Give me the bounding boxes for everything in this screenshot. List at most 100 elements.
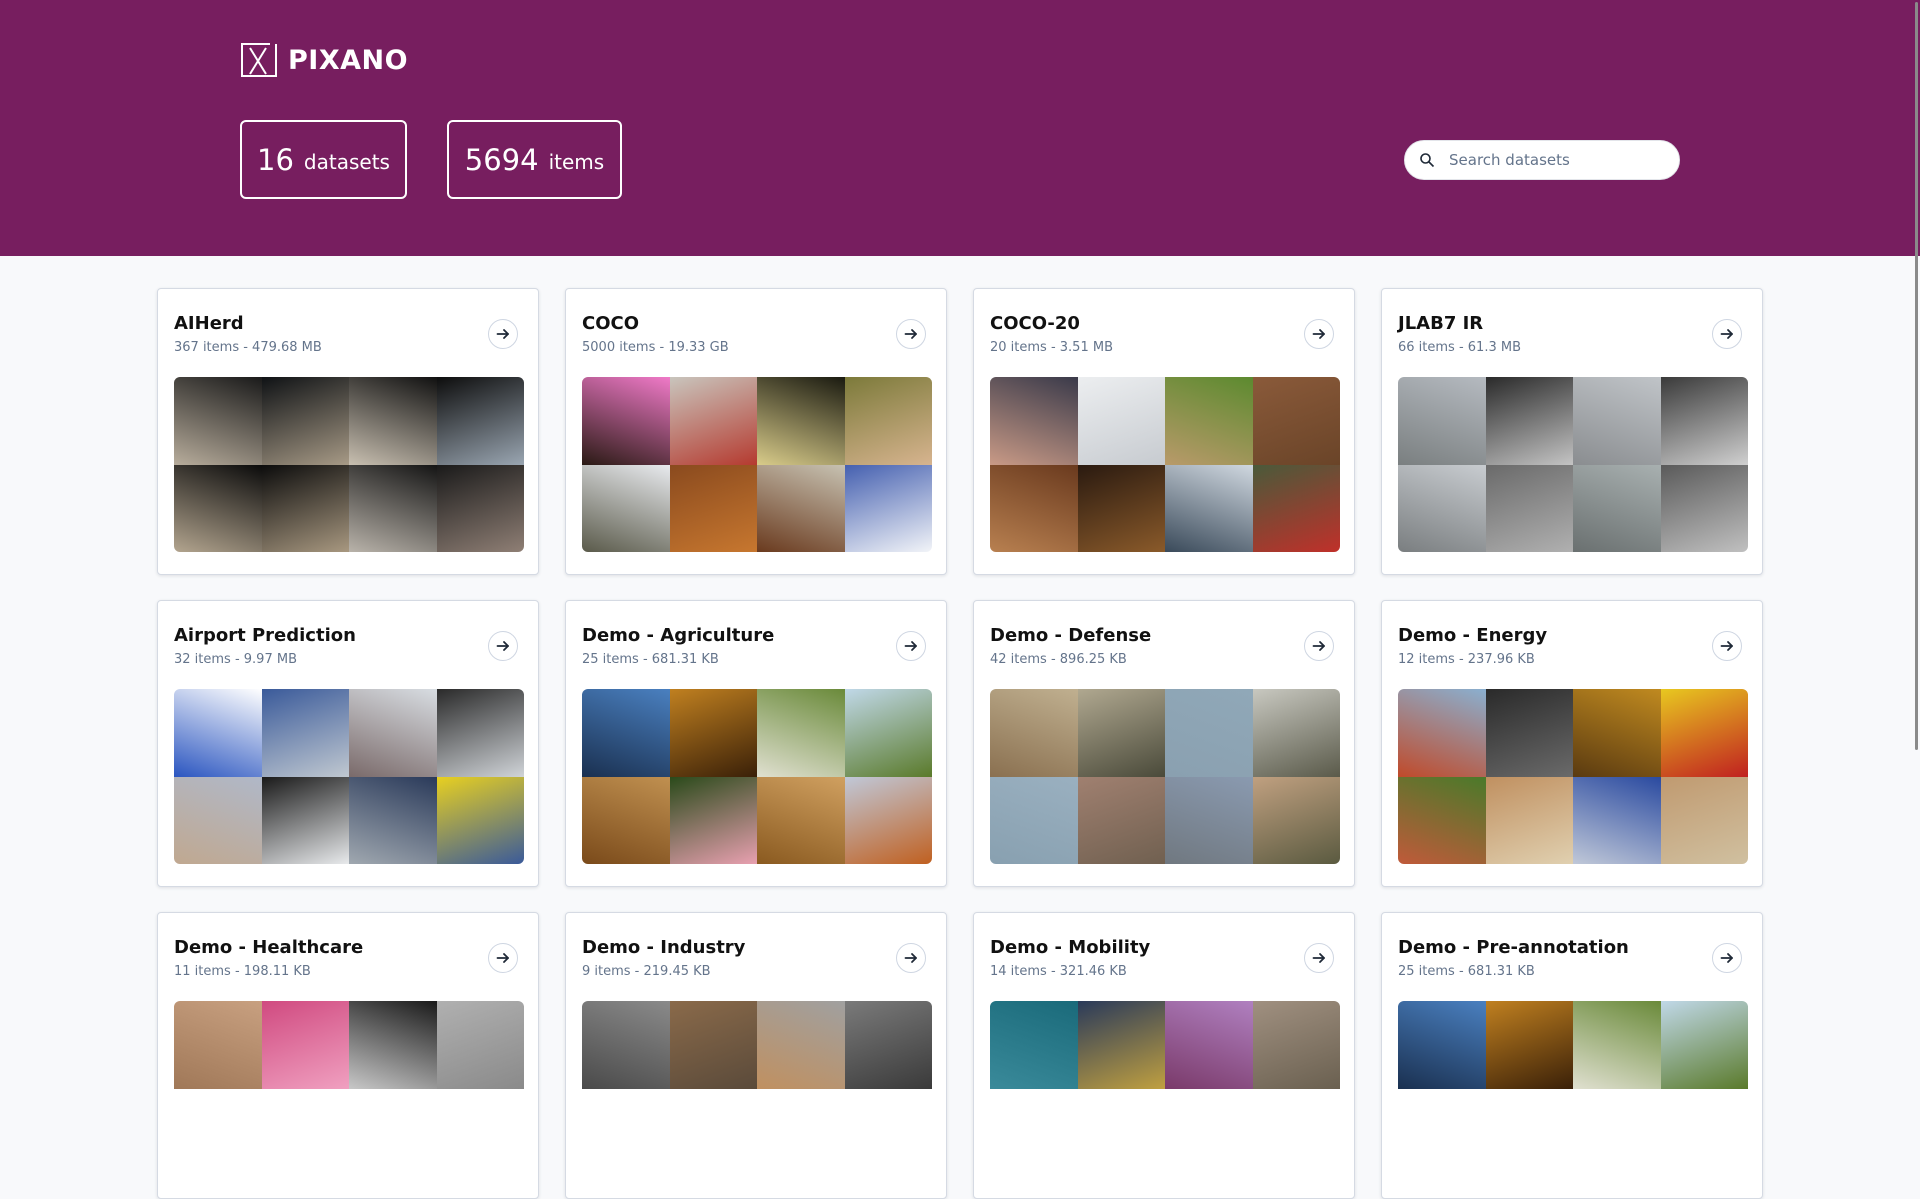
open-dataset-button[interactable] xyxy=(896,943,926,973)
dataset-card[interactable]: JLAB7 IR 66 items - 61.3 MB xyxy=(1381,288,1763,575)
dataset-thumbnail xyxy=(1485,1001,1573,1089)
dataset-thumbnail xyxy=(1252,464,1340,552)
dataset-thumbnail xyxy=(1573,689,1661,777)
dataset-name: Demo - Industry xyxy=(582,937,746,958)
dataset-thumbnail xyxy=(349,776,437,864)
items-count: 5694 xyxy=(464,142,539,177)
dataset-card[interactable]: AIHerd 367 items - 479.68 MB xyxy=(157,288,539,575)
datasets-count-badge: 16 datasets xyxy=(240,120,407,199)
arrow-right-icon xyxy=(496,329,509,339)
dataset-thumbnail xyxy=(261,689,349,777)
open-dataset-button[interactable] xyxy=(1304,943,1334,973)
dataset-thumbnail xyxy=(1165,776,1253,864)
dataset-thumbnail xyxy=(1165,464,1253,552)
dataset-info: 42 items - 896.25 KB xyxy=(990,652,1127,667)
dataset-thumbnail xyxy=(844,377,932,465)
dataset-name: AIHerd xyxy=(174,313,244,334)
open-dataset-button[interactable] xyxy=(1712,631,1742,661)
dataset-thumbnail xyxy=(582,464,670,552)
dataset-thumbnail xyxy=(1573,1001,1661,1089)
arrow-right-icon xyxy=(1720,641,1733,651)
dataset-thumbnail xyxy=(757,689,845,777)
dataset-thumbnail xyxy=(436,776,524,864)
open-dataset-button[interactable] xyxy=(1712,319,1742,349)
arrow-right-icon xyxy=(496,641,509,651)
dataset-info: 32 items - 9.97 MB xyxy=(174,652,297,667)
page-scrollbar[interactable] xyxy=(1915,2,1918,750)
dataset-card[interactable]: Demo - Energy 12 items - 237.96 KB xyxy=(1381,600,1763,887)
dataset-thumbnail xyxy=(757,776,845,864)
dataset-thumbnail xyxy=(261,377,349,465)
dataset-thumbnail xyxy=(1660,1001,1748,1089)
dataset-name: Demo - Pre-annotation xyxy=(1398,937,1629,958)
dataset-thumbnail xyxy=(174,1001,262,1089)
items-count-badge: 5694 items xyxy=(447,120,622,199)
thumbnail-grid xyxy=(990,377,1340,552)
dataset-thumbnail xyxy=(1660,377,1748,465)
thumbnail-grid xyxy=(582,1001,932,1176)
open-dataset-button[interactable] xyxy=(488,319,518,349)
dataset-thumbnail xyxy=(990,1001,1078,1089)
dataset-info: 20 items - 3.51 MB xyxy=(990,340,1113,355)
search-input[interactable] xyxy=(1447,150,1671,170)
logo[interactable]: PIXANO xyxy=(240,42,408,78)
open-dataset-button[interactable] xyxy=(1712,943,1742,973)
dataset-card[interactable]: Demo - Defense 42 items - 896.25 KB xyxy=(973,600,1355,887)
open-dataset-button[interactable] xyxy=(1304,631,1334,661)
search-box[interactable] xyxy=(1404,140,1680,180)
dataset-name: JLAB7 IR xyxy=(1398,313,1484,334)
dataset-card[interactable]: COCO 5000 items - 19.33 GB xyxy=(565,288,947,575)
thumbnail-grid xyxy=(1398,689,1748,864)
dataset-info: 66 items - 61.3 MB xyxy=(1398,340,1521,355)
open-dataset-button[interactable] xyxy=(896,631,926,661)
dataset-name: Airport Prediction xyxy=(174,625,356,646)
dataset-thumbnail xyxy=(582,377,670,465)
dataset-thumbnail xyxy=(669,1001,757,1089)
dataset-info: 25 items - 681.31 KB xyxy=(582,652,719,667)
dataset-thumbnail xyxy=(1077,1001,1165,1089)
dataset-name: COCO xyxy=(582,313,640,334)
thumbnail-grid xyxy=(174,377,524,552)
dataset-thumbnail xyxy=(582,689,670,777)
dataset-thumbnail xyxy=(1165,377,1253,465)
dataset-info: 25 items - 681.31 KB xyxy=(1398,964,1535,979)
dataset-thumbnail xyxy=(1077,377,1165,465)
dataset-card[interactable]: COCO-20 20 items - 3.51 MB xyxy=(973,288,1355,575)
dataset-thumbnail xyxy=(844,689,932,777)
items-label: items xyxy=(548,149,605,174)
thumbnail-grid xyxy=(174,689,524,864)
dataset-thumbnail xyxy=(1398,689,1486,777)
dataset-name: Demo - Mobility xyxy=(990,937,1151,958)
dataset-thumbnail xyxy=(582,776,670,864)
dataset-card[interactable]: Demo - Agriculture 25 items - 681.31 KB xyxy=(565,600,947,887)
dataset-info: 5000 items - 19.33 GB xyxy=(582,340,729,355)
dataset-thumbnail xyxy=(669,377,757,465)
dataset-thumbnail xyxy=(990,689,1078,777)
open-dataset-button[interactable] xyxy=(488,631,518,661)
dataset-thumbnail xyxy=(1165,689,1253,777)
dataset-info: 9 items - 219.45 KB xyxy=(582,964,711,979)
dataset-thumbnail xyxy=(1398,776,1486,864)
dataset-thumbnail xyxy=(1165,1001,1253,1089)
arrow-right-icon xyxy=(1720,953,1733,963)
dataset-card[interactable]: Demo - Healthcare 11 items - 198.11 KB xyxy=(157,912,539,1199)
dataset-thumbnail xyxy=(669,689,757,777)
thumbnail-grid xyxy=(582,689,932,864)
dataset-thumbnail xyxy=(1252,776,1340,864)
datasets-label: datasets xyxy=(303,149,390,174)
open-dataset-button[interactable] xyxy=(896,319,926,349)
dataset-card[interactable]: Demo - Mobility 14 items - 321.46 KB xyxy=(973,912,1355,1199)
dataset-thumbnail xyxy=(1485,776,1573,864)
dataset-card[interactable]: Demo - Pre-annotation 25 items - 681.31 … xyxy=(1381,912,1763,1199)
dataset-thumbnail xyxy=(349,464,437,552)
open-dataset-button[interactable] xyxy=(488,943,518,973)
dataset-card[interactable]: Demo - Industry 9 items - 219.45 KB xyxy=(565,912,947,1199)
dataset-name: Demo - Energy xyxy=(1398,625,1548,646)
open-dataset-button[interactable] xyxy=(1304,319,1334,349)
dataset-thumbnail xyxy=(349,377,437,465)
dataset-thumbnail xyxy=(1573,377,1661,465)
arrow-right-icon xyxy=(904,641,917,651)
dataset-card[interactable]: Airport Prediction 32 items - 9.97 MB xyxy=(157,600,539,887)
dataset-info: 12 items - 237.96 KB xyxy=(1398,652,1535,667)
dataset-thumbnail xyxy=(1660,776,1748,864)
